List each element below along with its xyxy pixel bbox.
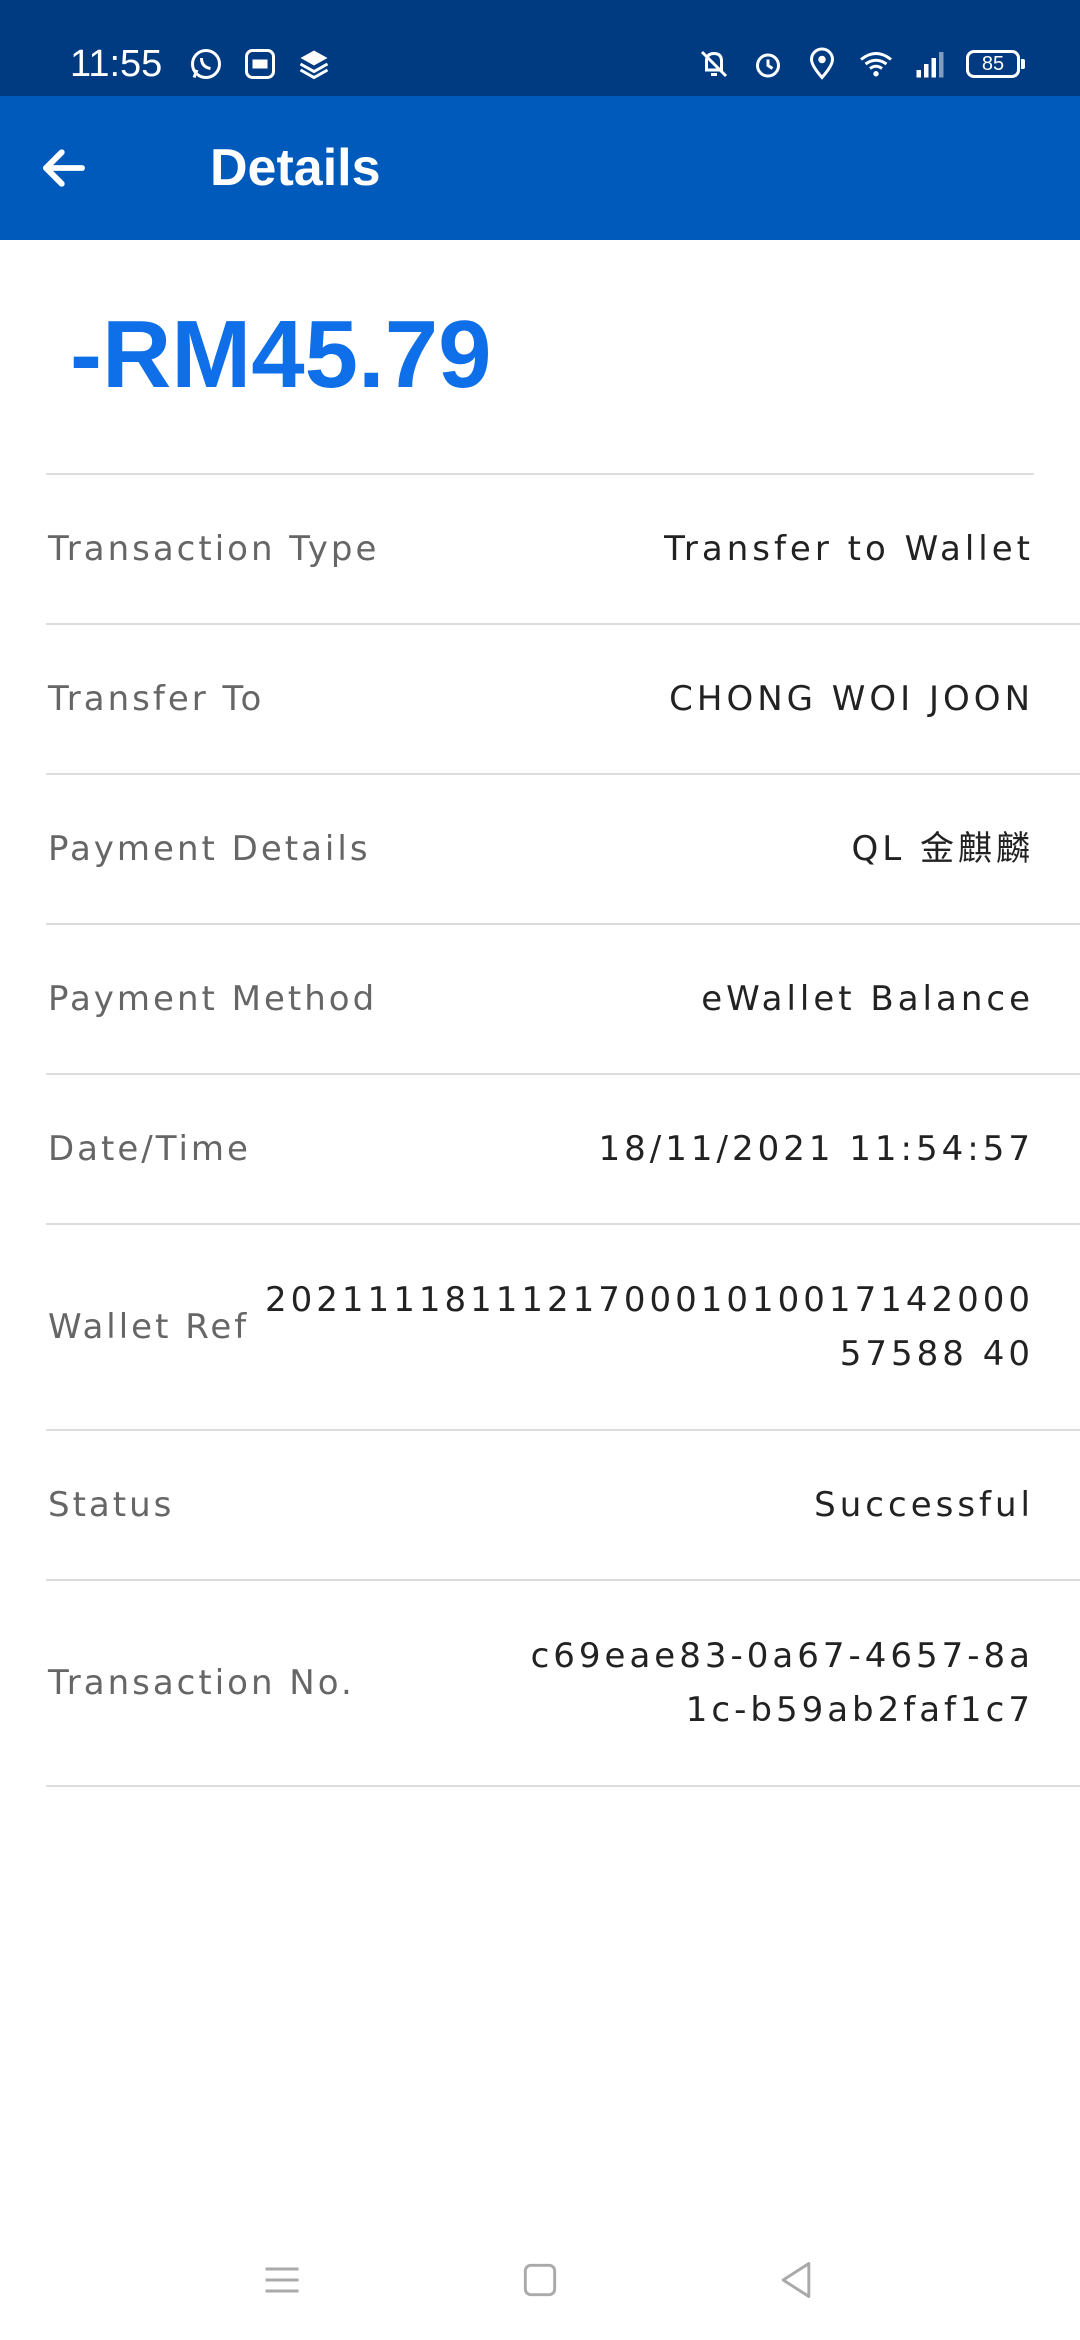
detail-row-transaction-no: Transaction No. c69eae83-0a67-4657-8a1c-…	[0, 1581, 1080, 1787]
home-button[interactable]	[510, 2250, 570, 2310]
transaction-no-label: Transaction No.	[48, 1663, 355, 1703]
menu-icon	[265, 2267, 299, 2293]
status-value: Successful	[814, 1485, 1034, 1525]
status-time: 11:55	[70, 43, 163, 85]
whatsapp-icon	[191, 49, 221, 79]
vibrate-off-icon	[700, 50, 728, 78]
system-nav-bar	[0, 2220, 1080, 2340]
status-label: Status	[48, 1485, 175, 1525]
transaction-type-value: Transfer to Wallet	[664, 529, 1034, 569]
back-button[interactable]	[28, 132, 100, 204]
transfer-to-value: CHONG WOI JOON	[669, 679, 1034, 719]
detail-row-payment-details: Payment Details QL 金麒麟	[0, 775, 1080, 925]
back-triangle-icon	[781, 2262, 811, 2298]
tng-ewallet-icon	[245, 49, 275, 79]
arrow-left-icon	[43, 149, 85, 187]
alarm-icon	[756, 53, 780, 78]
detail-row-transfer-to: Transfer To CHONG WOI JOON	[0, 625, 1080, 775]
status-bar: 11:55 85	[0, 0, 1080, 96]
status-left-icons	[188, 46, 332, 82]
date-time-label: Date/Time	[48, 1129, 251, 1169]
wifi-icon	[860, 52, 892, 77]
detail-row-payment-method: Payment Method eWallet Balance	[0, 925, 1080, 1075]
status-right-icons: 85	[696, 46, 1025, 82]
transaction-type-label: Transaction Type	[48, 529, 380, 569]
wallet-ref-value: 20211118111217000101001714200057588 40	[265, 1280, 1034, 1374]
app-bar: Details	[0, 96, 1080, 240]
home-square-icon	[523, 2263, 557, 2297]
nav-back-button[interactable]	[766, 2250, 826, 2310]
payment-details-value: QL 金麒麟	[851, 829, 1034, 869]
transaction-details-list: Transaction Type Transfer to Wallet Tran…	[0, 475, 1080, 1787]
layers-icon	[299, 50, 329, 80]
detail-row-transaction-type: Transaction Type Transfer to Wallet	[0, 475, 1080, 625]
detail-row-status: Status Successful	[0, 1431, 1080, 1581]
transaction-amount: -RM45.79	[70, 301, 492, 408]
detail-row-wallet-ref: Wallet Ref 20211118111217000101001714200…	[0, 1225, 1080, 1431]
location-icon	[809, 47, 835, 80]
transfer-to-label: Transfer To	[48, 679, 265, 719]
signal-icon	[916, 52, 944, 78]
wallet-ref-label: Wallet Ref	[48, 1307, 250, 1347]
payment-details-label: Payment Details	[48, 829, 371, 869]
transaction-no-value: c69eae83-0a67-4657-8a1c-b59ab2faf1c7	[530, 1636, 1034, 1730]
payment-method-label: Payment Method	[48, 979, 378, 1019]
date-time-value: 18/11/2021 11:54:57	[598, 1129, 1034, 1169]
page-title: Details	[210, 139, 381, 197]
recent-apps-button[interactable]	[252, 2250, 312, 2310]
detail-row-date-time: Date/Time 18/11/2021 11:54:57	[0, 1075, 1080, 1225]
battery-icon: 85	[966, 50, 1025, 78]
payment-method-value: eWallet Balance	[701, 979, 1034, 1019]
